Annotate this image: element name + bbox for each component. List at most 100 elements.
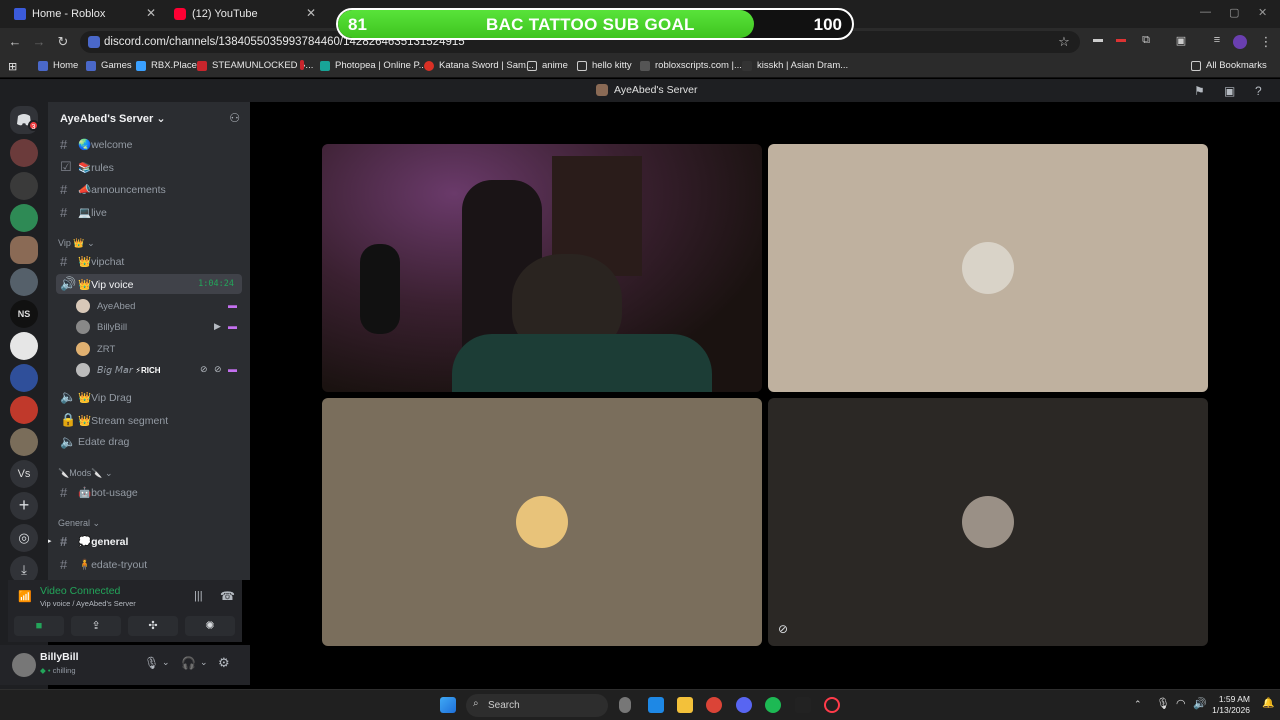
server-icon[interactable] [10, 428, 38, 456]
voice-member[interactable]: BillyBill [76, 318, 127, 336]
volume-icon[interactable]: 🔊 [1193, 697, 1207, 710]
close-tab-icon[interactable]: ✕ [306, 6, 316, 20]
opera-gx-icon[interactable] [824, 697, 840, 713]
channel-announcements[interactable]: # 📣announcements [56, 179, 242, 199]
bookmark-games[interactable]: Games [86, 60, 132, 71]
add-server-icon[interactable]: + [10, 492, 38, 520]
bookmark-folder-anime[interactable]: anime [527, 60, 568, 71]
channel-rules[interactable]: ☑ 📚rules [56, 157, 242, 177]
spotify-icon[interactable] [765, 697, 781, 713]
forward-icon[interactable]: → [31, 34, 47, 49]
category-general[interactable]: General ⌄ [58, 518, 100, 529]
voice-location[interactable]: Vip voice / AyeAbed's Server [40, 599, 136, 608]
store-icon[interactable] [648, 697, 664, 713]
back-icon[interactable]: ← [7, 34, 23, 49]
chevron-down-icon[interactable]: ⌄ [200, 657, 208, 668]
app-icon[interactable] [795, 697, 811, 713]
taskbar-clock[interactable]: 1:59 AM 1/13/2026 [1212, 694, 1250, 716]
channel-vip-voice[interactable]: 🔊 👑Vip voice 1:04:24 [56, 274, 242, 294]
chevron-down-icon[interactable]: ⌄ [162, 657, 170, 668]
chrome-icon[interactable] [706, 697, 722, 713]
profile-avatar[interactable] [1233, 35, 1247, 49]
discord-taskbar-icon[interactable] [736, 697, 752, 713]
server-vs[interactable]: Vs [10, 460, 38, 488]
server-header[interactable]: AyeAbed's Server ⌄ ⚇ [48, 102, 250, 134]
tab-roblox[interactable]: Home - Roblox ✕ [4, 4, 162, 24]
server-icon[interactable] [10, 172, 38, 200]
channel-edate-drag[interactable]: 🔈 Edate drag [56, 432, 242, 452]
minimize-icon[interactable]: — [1200, 6, 1211, 18]
notification-bell-icon[interactable]: 🔔 [1262, 698, 1274, 709]
menu-icon[interactable]: ⋮ [1258, 34, 1274, 50]
close-tab-icon[interactable]: ✕ [146, 6, 156, 20]
tray-microphone-icon[interactable]: 🎙 [1156, 697, 1170, 710]
maximize-icon[interactable]: ▢ [1229, 6, 1239, 19]
extensions-puzzle-icon[interactable]: ⧉ [1138, 34, 1154, 47]
channel-stream-segment[interactable]: 🔒 👑Stream segment [56, 410, 242, 430]
channel-edate-tryout[interactable]: # 🧍edate-tryout [56, 554, 242, 574]
tray-chevron-up-icon[interactable]: ⌃ [1134, 699, 1142, 710]
video-tile-participant[interactable] [768, 144, 1208, 392]
bookmark-robloxscripts[interactable]: robloxscripts.com |... [640, 60, 742, 71]
bookmark-kisskh[interactable]: kisskh | Asian Dram... [742, 60, 848, 71]
settings-gear-icon[interactable]: ⚙ [218, 655, 230, 671]
file-explorer-icon[interactable] [677, 697, 693, 713]
wifi-icon[interactable]: ◠ [1176, 697, 1186, 710]
soundboard-button[interactable]: ✺ [185, 616, 235, 636]
channel-vip-drag[interactable]: 🔈 👑Vip Drag [56, 387, 242, 407]
video-tile-participant[interactable] [322, 398, 762, 646]
server-icon[interactable] [10, 332, 38, 360]
channel-vipchat[interactable]: # 👑vipchat [56, 251, 242, 271]
discover-icon[interactable]: ◎ [10, 524, 38, 552]
bookmark-unnamed[interactable] [300, 60, 309, 70]
bookmark-katana[interactable]: Katana Sword | Sam... [424, 60, 534, 71]
bookmark-photopea[interactable]: Photopea | Online P... [320, 60, 427, 71]
server-icon[interactable] [10, 204, 38, 232]
taskbar-search[interactable]: ⌕ Search [466, 694, 608, 717]
server-icon-active[interactable] [10, 236, 38, 264]
category-vip[interactable]: Vip 👑 ⌄ [58, 238, 95, 249]
voice-member[interactable]: ZRT [76, 340, 115, 358]
bookmark-steamunlocked[interactable]: STEAMUNLOCKED »... [197, 60, 313, 71]
channel-bot-usage[interactable]: # 🤖bot-usage [56, 482, 242, 502]
extension-icon[interactable]: ▬ [1113, 34, 1129, 45]
all-bookmarks[interactable]: All Bookmarks [1191, 60, 1267, 71]
video-tile-camera[interactable] [322, 144, 762, 392]
avatar[interactable] [12, 653, 36, 677]
invite-people-icon[interactable]: ⚇ [229, 111, 240, 125]
site-info-icon[interactable] [88, 36, 100, 48]
category-mods[interactable]: 🔪Mods🔪 ⌄ [58, 468, 112, 479]
channel-live[interactable]: # 💻live [56, 202, 242, 222]
channel-welcome[interactable]: # 🌏welcome [56, 134, 242, 154]
help-icon[interactable]: ? [1255, 84, 1262, 98]
extension-icon[interactable]: ▬ [1090, 34, 1106, 45]
inbox-icon[interactable]: ▣ [1224, 84, 1235, 98]
voice-status[interactable]: Video Connected [40, 585, 120, 597]
server-icon[interactable] [10, 396, 38, 424]
reload-icon[interactable]: ↻ [55, 34, 71, 50]
server-icon[interactable] [10, 364, 38, 392]
server-icon[interactable] [10, 139, 38, 167]
headphones-icon[interactable]: 🎧 [181, 656, 196, 670]
camera-button[interactable]: ■ [14, 616, 64, 636]
activities-button[interactable]: ✣ [128, 616, 178, 636]
server-ns[interactable]: NS [10, 300, 38, 328]
tab-search-icon[interactable]: ▣ [1173, 34, 1189, 47]
microphone-icon[interactable]: 🎙 [144, 656, 159, 670]
voice-member[interactable]: 𝘉𝘪𝘨 𝘔𝘢𝘳 ⚡RICH [76, 361, 161, 379]
noise-suppression-icon[interactable]: ||| [194, 590, 203, 602]
server-icon[interactable] [10, 268, 38, 296]
bookmark-star-icon[interactable]: ☆ [1056, 34, 1072, 50]
start-icon[interactable] [440, 697, 456, 713]
disconnect-icon[interactable]: ☎ [220, 589, 235, 603]
mouse-app-icon[interactable] [619, 697, 631, 713]
bookmark-rbx-place[interactable]: RBX.Place [136, 60, 197, 71]
channel-general[interactable]: # 💭general [56, 531, 242, 551]
tab-youtube[interactable]: (12) YouTube ✕ [164, 4, 322, 24]
bookmark-home[interactable]: Home [38, 60, 78, 71]
voice-member[interactable]: AyeAbed [76, 297, 135, 315]
video-tile-participant[interactable]: ⊘ [768, 398, 1208, 646]
flag-icon[interactable]: ⚑ [1194, 84, 1205, 98]
apps-grid-icon[interactable]: ⊞ [8, 60, 17, 73]
close-window-icon[interactable]: ✕ [1258, 6, 1267, 19]
